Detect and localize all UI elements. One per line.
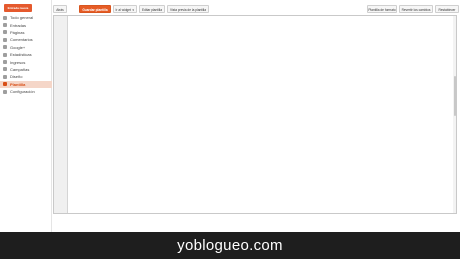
preview-template-button[interactable]: Vista previa de la plantilla — [167, 5, 209, 13]
stats-icon — [3, 52, 7, 57]
sidebar-item-label: Comentarios — [10, 37, 33, 43]
sidebar-item-home[interactable]: Todo general — [0, 14, 52, 21]
sidebar-item-label: Diseño — [10, 74, 23, 80]
posts-icon — [3, 23, 7, 28]
campaigns-icon — [3, 67, 7, 72]
earnings-icon — [3, 60, 7, 65]
sidebar: Entrada nueva Todo general Entradas Página… — [0, 0, 52, 232]
back-button[interactable]: Atrás — [53, 5, 67, 13]
format-template-button[interactable]: Plantilla de formato — [367, 5, 397, 13]
sidebar-item-label: Páginas — [10, 29, 25, 35]
sidebar-item-label: Estadísticas — [10, 52, 32, 58]
settings-icon — [3, 89, 7, 94]
restore-button[interactable]: Restablecer — [435, 5, 459, 13]
google-plus-icon — [3, 45, 7, 50]
sidebar-item-label: Campañas — [10, 66, 30, 72]
sidebar-item-template[interactable]: Plantilla — [0, 80, 52, 88]
sidebar-item-google-plus[interactable]: Google+ — [0, 44, 52, 51]
watermark-bar: yoblogueo.com — [0, 232, 460, 259]
code-area[interactable] — [54, 18, 456, 206]
editor-scrollbar[interactable] — [453, 16, 456, 213]
new-entry-button[interactable]: Entrada nueva — [4, 4, 32, 12]
save-template-button[interactable]: Guardar plantilla — [79, 5, 111, 13]
chevron-down-icon: ▼ — [131, 9, 135, 12]
pages-icon — [3, 30, 7, 35]
sidebar-item-layout[interactable]: Diseño — [0, 73, 52, 80]
jump-to-widget-label: Ir al widget — [115, 8, 131, 12]
sidebar-item-label: Todo general — [10, 15, 34, 21]
site-watermark: yoblogueo.com — [177, 237, 283, 254]
sidebar-item-label: Ingresos — [10, 59, 26, 65]
sidebar-item-comments[interactable]: Comentarios — [0, 36, 52, 43]
sidebar-nav: Todo general Entradas Páginas Comentarios Go… — [0, 14, 52, 95]
sidebar-item-posts[interactable]: Entradas — [0, 21, 52, 28]
sidebar-item-settings[interactable]: Configuración — [0, 88, 52, 95]
sidebar-item-label: Plantilla — [10, 81, 26, 87]
template-code-editor[interactable] — [53, 15, 457, 214]
sidebar-item-earnings[interactable]: Ingresos — [0, 58, 52, 65]
sidebar-item-pages[interactable]: Páginas — [0, 29, 52, 36]
sidebar-item-stats[interactable]: Estadísticas — [0, 51, 52, 58]
template-toolbar: Atrás Guardar plantilla Ir al widget▼ Ed… — [53, 5, 460, 14]
template-icon — [3, 82, 7, 87]
home-icon — [3, 15, 7, 20]
sidebar-item-label: Google+ — [10, 44, 26, 50]
scrollbar-thumb[interactable] — [453, 76, 456, 116]
sidebar-item-label: Configuración — [10, 89, 35, 95]
edit-template-button[interactable]: Editar plantilla — [139, 5, 165, 13]
jump-to-widget-dropdown[interactable]: Ir al widget▼ — [113, 5, 137, 13]
sidebar-item-campaigns[interactable]: Campañas — [0, 66, 52, 73]
comments-icon — [3, 37, 7, 42]
layout-icon — [3, 74, 7, 79]
revert-changes-button[interactable]: Revertir los cambios — [399, 5, 433, 13]
sidebar-item-label: Entradas — [10, 22, 27, 28]
